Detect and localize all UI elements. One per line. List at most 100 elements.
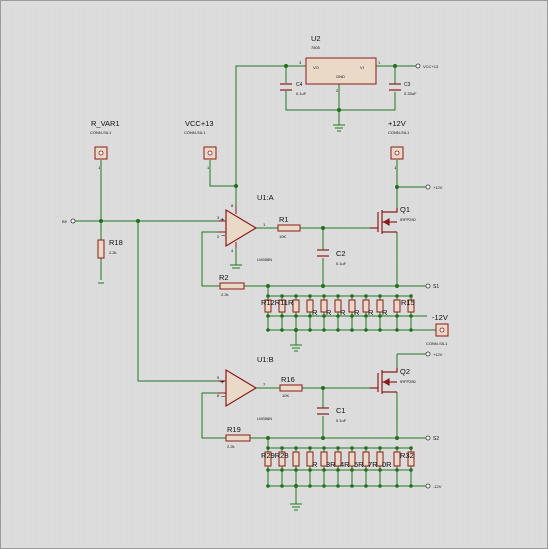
junction <box>409 468 413 472</box>
junction <box>294 468 298 472</box>
vcc-ref: VCC+13 <box>185 119 214 128</box>
resistor-r1[interactable] <box>277 224 301 232</box>
junction <box>378 446 382 450</box>
bank-resistor[interactable] <box>393 299 401 313</box>
resistor-r18[interactable] <box>97 239 105 259</box>
junction <box>266 468 270 472</box>
p12-ref: +12V <box>388 119 406 128</box>
junction <box>266 284 270 288</box>
junction <box>308 328 312 332</box>
s2-terminal[interactable] <box>425 435 431 441</box>
bank1-left-labels: R12R11R <box>261 298 294 307</box>
b9-terminal[interactable] <box>70 218 76 224</box>
junction <box>321 386 325 390</box>
junction <box>321 284 325 288</box>
bank-resistor-label: R <box>312 308 318 317</box>
c3-ref: C3 <box>404 82 411 88</box>
junction <box>322 328 326 332</box>
junction <box>409 314 413 318</box>
p12-b-terminal[interactable] <box>425 351 431 357</box>
junction <box>321 436 325 440</box>
junction <box>266 436 270 440</box>
bank-resistor-label: R <box>354 308 360 317</box>
schematic-drawing: U2 7805 VO VI GND 3 1 2 C4 0.1uF C3 0.33… <box>0 0 548 549</box>
u1b-part: LM358N <box>257 416 272 421</box>
r1-val: 10K <box>279 234 286 239</box>
junction <box>350 294 354 298</box>
bank-resistor-label: 4R <box>340 460 350 469</box>
junction <box>337 108 341 112</box>
c4-ref: C4 <box>296 82 303 88</box>
u2-vo-label: VO <box>313 65 319 70</box>
junction <box>350 328 354 332</box>
resistor-r19[interactable] <box>225 434 251 442</box>
bank-resistor-label: R <box>368 308 374 317</box>
junction <box>294 314 298 318</box>
junction <box>395 294 399 298</box>
u2-vi-label: VI <box>360 65 364 70</box>
junction <box>395 436 399 440</box>
vcc-part: CONN-SIL1 <box>184 130 206 135</box>
u1a-part: LM358N <box>257 257 272 262</box>
junction <box>378 294 382 298</box>
connector-vcc13[interactable] <box>203 146 217 160</box>
grid-background <box>0 0 548 549</box>
junction <box>395 284 399 288</box>
resistor-r2[interactable] <box>219 282 245 290</box>
s2-net-label: S2 <box>433 436 439 442</box>
junction <box>336 294 340 298</box>
q1-part: IRFP250 <box>400 217 417 222</box>
junction <box>336 328 340 332</box>
bank-resistor[interactable] <box>292 451 300 467</box>
junction <box>395 468 399 472</box>
junction <box>308 484 312 488</box>
m12-terminal[interactable] <box>425 483 431 489</box>
junction <box>395 314 399 318</box>
p12-terminal[interactable] <box>425 184 431 190</box>
junction <box>280 484 284 488</box>
connector-m12[interactable] <box>435 323 449 337</box>
bank-resistor-label: R <box>382 308 388 317</box>
junction <box>395 446 399 450</box>
junction <box>280 446 284 450</box>
c1-val: 0.1uF <box>336 418 347 423</box>
r18-ref: R18 <box>109 238 123 247</box>
u2-gnd-label: GND <box>336 74 345 79</box>
connector-p12[interactable] <box>390 146 404 160</box>
b9-net-label: B9 <box>62 219 68 224</box>
svg-text:+: + <box>220 215 225 224</box>
bank-resistor-label: 3R <box>326 460 336 469</box>
q1-ref: Q1 <box>400 205 410 214</box>
junction <box>308 294 312 298</box>
junction <box>322 294 326 298</box>
bank-resistor-label: 7R <box>368 460 378 469</box>
junction <box>294 446 298 450</box>
vcc13-terminal[interactable] <box>415 63 421 69</box>
junction <box>395 484 399 488</box>
s1-net-label: S1 <box>433 284 439 290</box>
schematic-canvas: U2 7805 VO VI GND 3 1 2 C4 0.1uF C3 0.33… <box>0 0 548 549</box>
r18-val: 2.2k <box>109 250 117 255</box>
connector-r-var1[interactable] <box>94 146 108 160</box>
c2-ref: C2 <box>336 249 346 258</box>
junction <box>280 328 284 332</box>
s1-terminal[interactable] <box>425 283 431 289</box>
junction <box>395 328 399 332</box>
junction <box>409 484 413 488</box>
junction <box>294 484 298 488</box>
junction <box>266 314 270 318</box>
c4-val: 0.1uF <box>296 91 307 96</box>
resistor-r16[interactable] <box>279 384 303 392</box>
bank-resistor-label: R <box>340 308 346 317</box>
junction <box>99 219 103 223</box>
junction <box>336 446 340 450</box>
bank-resistor[interactable] <box>292 299 300 313</box>
bank-resistor-label: R <box>312 460 318 469</box>
junction <box>266 446 270 450</box>
bank-resistor-label: 0R <box>382 460 392 469</box>
p12-net-label: +12V <box>433 185 443 190</box>
junction <box>378 328 382 332</box>
junction <box>266 484 270 488</box>
u2-ref: U2 <box>311 34 321 43</box>
junction <box>234 184 238 188</box>
